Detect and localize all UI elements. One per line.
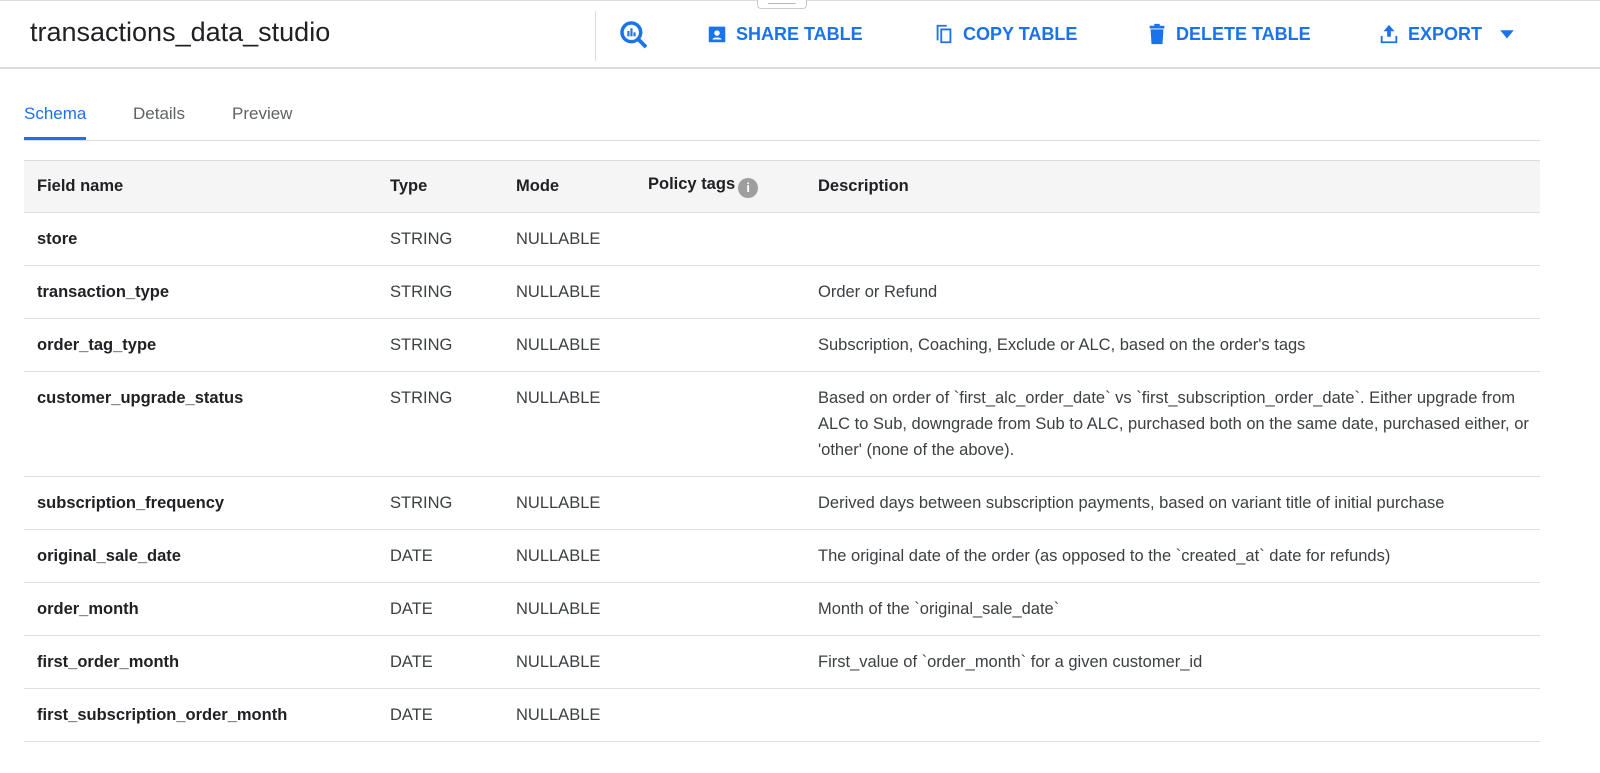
type-cell: DATE xyxy=(390,547,433,565)
policy-tags-cell xyxy=(635,266,805,319)
description-cell: Month of the `original_sale_date` xyxy=(818,600,1060,618)
field-name-cell: first_subscription_order_month xyxy=(37,706,288,724)
tab-details[interactable]: Details xyxy=(133,104,185,124)
field-name-cell: transaction_type xyxy=(37,283,170,301)
delete-table-button[interactable]: DELETE TABLE xyxy=(1146,23,1311,45)
description-cell xyxy=(805,213,1540,266)
table-header-row: Field name Type Mode Policy tags i Descri… xyxy=(24,160,1540,213)
schema-table: Field name Type Mode Policy tags i Descri… xyxy=(24,160,1540,742)
field-name-cell: original_sale_date xyxy=(37,547,181,565)
field-name-cell: customer_upgrade_status xyxy=(37,389,244,407)
field-name-cell: subscription_frequency xyxy=(37,494,225,512)
table-toolbar: transactions_data_studio SHARE TABLE COP… xyxy=(0,0,1600,69)
tab-bar: Schema Details Preview xyxy=(24,100,1540,141)
mode-cell: NULLABLE xyxy=(516,389,601,407)
table-row: customer_upgrade_status STRING NULLABLE Bas… xyxy=(24,372,1540,477)
column-header-type: Type xyxy=(390,177,428,195)
mode-cell: NULLABLE xyxy=(516,283,601,301)
table-row: first_order_month DATE NULLABLE First_value… xyxy=(24,636,1540,689)
table-row: order_month DATE NULLABLE Month of the `ori… xyxy=(24,583,1540,636)
column-header-policy-tags: Policy tags i xyxy=(635,161,805,213)
trash-icon xyxy=(1149,23,1165,45)
type-cell: STRING xyxy=(390,283,453,301)
table-row: original_sale_date DATE NULLABLE The origin… xyxy=(24,530,1540,583)
table-row: transaction_type STRING NULLABLE Order or R… xyxy=(24,266,1540,319)
mode-cell: NULLABLE xyxy=(516,653,601,671)
table-row: first_subscription_order_month DATE NULLAB… xyxy=(24,689,1540,742)
mode-cell: NULLABLE xyxy=(516,600,601,618)
resize-handle[interactable] xyxy=(757,0,807,9)
type-cell: STRING xyxy=(390,494,453,512)
table-title: transactions_data_studio xyxy=(30,17,331,47)
copy-table-label: COPY TABLE xyxy=(963,23,1078,44)
type-cell: DATE xyxy=(390,600,433,618)
copy-icon xyxy=(936,24,952,44)
policy-tags-label: Policy tags xyxy=(648,175,736,193)
type-cell: STRING xyxy=(390,389,453,407)
column-header-description: Description xyxy=(818,177,909,195)
policy-tags-cell xyxy=(635,530,805,583)
field-name-cell: order_tag_type xyxy=(37,336,157,354)
mode-cell: NULLABLE xyxy=(516,706,601,724)
delete-table-label: DELETE TABLE xyxy=(1176,23,1311,44)
query-table-button[interactable] xyxy=(618,19,650,51)
field-name-cell: first_order_month xyxy=(37,653,180,671)
table-row: store STRING NULLABLE xyxy=(24,213,1540,266)
column-header-field-name: Field name xyxy=(37,177,124,195)
upload-icon xyxy=(1380,24,1398,44)
table-row: subscription_frequency STRING NULLABLE Deri… xyxy=(24,477,1540,530)
description-cell: First_value of `order_month` for a given… xyxy=(818,653,1203,671)
divider xyxy=(595,11,596,61)
export-label: EXPORT xyxy=(1408,23,1483,44)
export-button[interactable]: EXPORT xyxy=(1378,23,1516,45)
share-icon xyxy=(708,26,726,43)
field-name-cell: order_month xyxy=(37,600,139,618)
type-cell: STRING xyxy=(390,230,453,248)
description-cell: Order or Refund xyxy=(818,283,938,301)
mode-cell: NULLABLE xyxy=(516,547,601,565)
field-name-cell: store xyxy=(37,230,78,248)
description-cell xyxy=(805,689,1540,742)
mode-cell: NULLABLE xyxy=(516,494,601,512)
policy-tags-cell xyxy=(635,477,805,530)
policy-tags-cell xyxy=(635,583,805,636)
type-cell: STRING xyxy=(390,336,453,354)
policy-tags-cell xyxy=(635,213,805,266)
query-search-icon xyxy=(620,21,648,49)
type-cell: DATE xyxy=(390,653,433,671)
description-cell: Derived days between subscription paymen… xyxy=(818,494,1445,512)
column-header-mode: Mode xyxy=(516,177,560,195)
tab-preview[interactable]: Preview xyxy=(232,104,292,124)
table-row: order_tag_type STRING NULLABLE Subscription… xyxy=(24,319,1540,372)
tab-schema[interactable]: Schema xyxy=(24,104,87,140)
mode-cell: NULLABLE xyxy=(516,336,601,354)
dropdown-arrow-icon xyxy=(1500,30,1514,39)
copy-table-button[interactable]: COPY TABLE xyxy=(933,23,1077,45)
description-cell: The original date of the order (as oppos… xyxy=(818,547,1391,565)
type-cell: DATE xyxy=(390,706,433,724)
policy-tags-cell xyxy=(635,319,805,372)
policy-tags-cell xyxy=(635,372,805,477)
description-cell: Based on order of `first_alc_order_date`… xyxy=(818,389,1529,459)
info-icon[interactable]: i xyxy=(738,178,759,198)
share-table-label: SHARE TABLE xyxy=(736,23,863,44)
mode-cell: NULLABLE xyxy=(516,230,601,248)
policy-tags-cell xyxy=(635,689,805,742)
description-cell: Subscription, Coaching, Exclude or ALC, … xyxy=(818,336,1306,354)
share-table-button[interactable]: SHARE TABLE xyxy=(706,23,863,45)
policy-tags-cell xyxy=(635,636,805,689)
